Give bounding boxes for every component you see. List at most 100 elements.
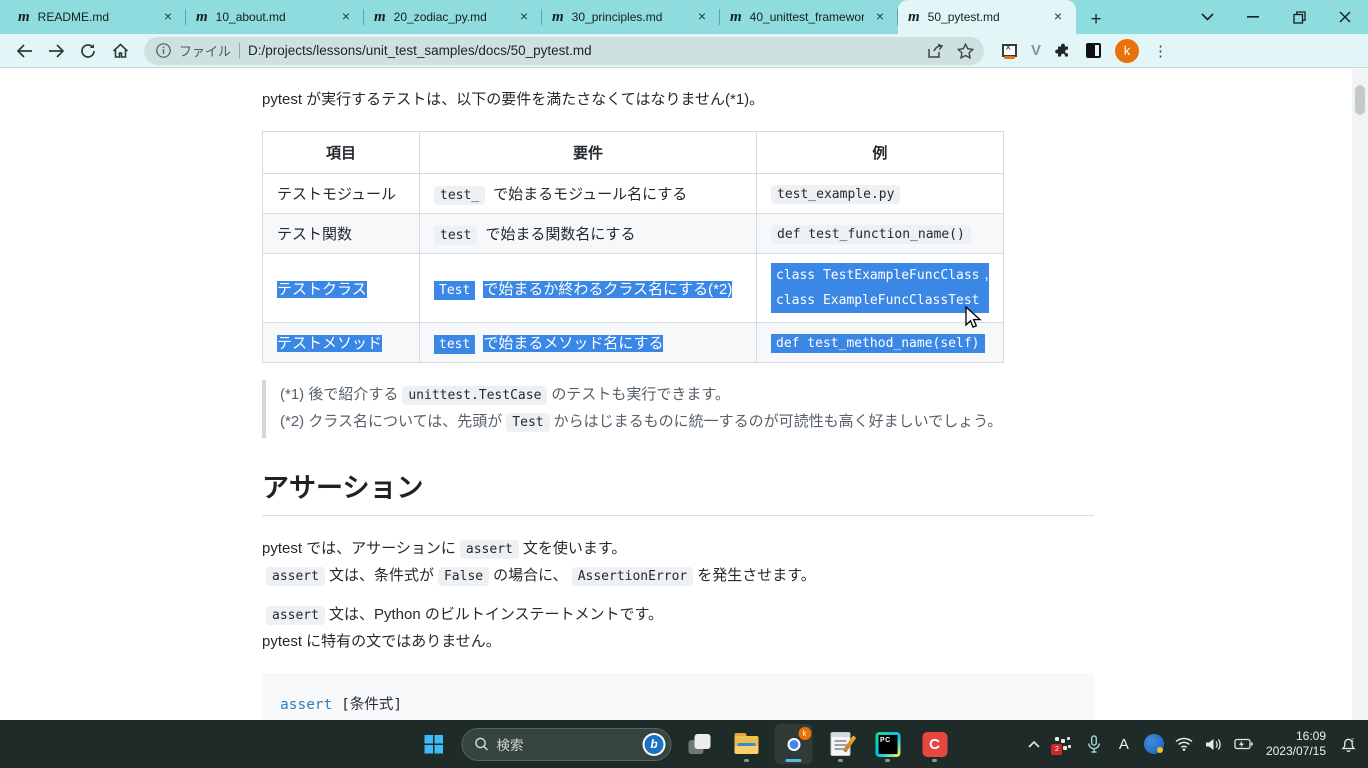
selected-text: で始まるメソッド名にする [483, 335, 663, 352]
notification-bell-icon[interactable]: z [1334, 724, 1362, 764]
inline-code: test [434, 335, 475, 354]
profile-avatar[interactable]: k [1115, 39, 1139, 63]
file-explorer-button[interactable] [728, 724, 766, 764]
notepad-button[interactable] [822, 724, 860, 764]
folder-icon [735, 736, 759, 755]
window-restore-button[interactable] [1276, 0, 1322, 34]
task-view-icon [689, 734, 711, 754]
tab-title: 10_about.md [216, 10, 330, 24]
scrollbar-thumb[interactable] [1355, 85, 1365, 115]
paragraph-line: assert文は、Python のビルトインステートメントです。 [262, 602, 1094, 629]
home-button[interactable] [106, 37, 134, 65]
tab-20-zodiac[interactable]: m 20_zodiac_py.md × [364, 0, 542, 34]
screenshot-extension-icon[interactable] [1002, 44, 1017, 57]
markdown-favicon-icon: m [908, 10, 920, 25]
browser-toolbar: ファイル D:/projects/lessons/unit_test_sampl… [0, 34, 1368, 68]
cell-example: def test_function_name() [757, 214, 1004, 254]
taskbar-search-box[interactable]: 検索 b [462, 728, 672, 761]
tab-40-unittest[interactable]: m 40_unittest_framework.md × [720, 0, 898, 34]
camtasia-button[interactable]: C [916, 724, 954, 764]
tab-close-icon[interactable]: × [516, 9, 532, 25]
notepad-icon [831, 732, 851, 756]
page-scrollbar[interactable] [1352, 69, 1368, 720]
table-row: テスト関数 testで始まる関数名にする def test_function_n… [263, 214, 1004, 254]
cell-requirement: testで始まる関数名にする [420, 214, 757, 254]
browser-menu-kebab-icon[interactable]: ⋮ [1153, 42, 1168, 60]
bing-icon[interactable]: b [643, 733, 666, 756]
back-button[interactable] [10, 37, 38, 65]
task-view-button[interactable] [681, 724, 719, 764]
tab-close-icon[interactable]: × [338, 9, 354, 25]
svg-text:z: z [1351, 738, 1354, 744]
markdown-body: pytest が実行するテストは、以下の要件を満たさなくてはなりません(*1)。… [262, 69, 1094, 768]
microphone-icon[interactable] [1080, 724, 1108, 764]
sidepanel-extension-icon[interactable] [1086, 43, 1101, 58]
start-button[interactable] [415, 724, 453, 764]
tab-10-about[interactable]: m 10_about.md × [186, 0, 364, 34]
badge-count: 2 [1051, 744, 1062, 755]
reload-button[interactable] [74, 37, 102, 65]
header-example: 例 [757, 132, 1004, 174]
inline-code: def test_method_name(self) [771, 334, 985, 353]
paragraph-line: pytest では、アサーションにassert文を使います。 [262, 536, 1094, 563]
omnibox-divider [239, 43, 240, 59]
battery-icon[interactable] [1230, 724, 1258, 764]
url-text[interactable]: D:/projects/lessons/unit_test_samples/do… [248, 43, 919, 58]
tab-close-icon[interactable]: × [872, 9, 888, 25]
requirements-table: 項目 要件 例 テストモジュール test_で始まるモジュール名にする test… [262, 131, 1004, 363]
browser-tab-strip: m README.md × m 10_about.md × m 20_zodia… [0, 0, 1368, 34]
inline-code: Test [434, 281, 475, 300]
inline-code: test [434, 226, 477, 245]
tab-title: README.md [38, 10, 152, 24]
pycharm-button[interactable]: PC [869, 724, 907, 764]
paragraph-line: pytest に特有の文ではありません。 [262, 629, 1094, 655]
tab-close-icon[interactable]: × [694, 9, 710, 25]
markdown-favicon-icon: m [730, 10, 742, 25]
tab-title: 40_unittest_framework.md [750, 10, 864, 24]
share-icon[interactable] [927, 43, 945, 59]
tab-readme[interactable]: m README.md × [8, 0, 186, 34]
chrome-icon: k [780, 731, 807, 758]
cell-item: テスト関数 [263, 214, 420, 254]
time-label: 16:09 [1266, 729, 1326, 744]
bookmark-star-icon[interactable] [957, 43, 974, 59]
inline-code: test_ [434, 186, 485, 205]
window-minimize-button[interactable] [1230, 0, 1276, 34]
tab-close-icon[interactable]: × [1050, 9, 1066, 25]
tray-blue-app-icon[interactable] [1140, 724, 1168, 764]
windows-taskbar: 検索 b k PC C [0, 720, 1368, 768]
tab-50-pytest-active[interactable]: m 50_pytest.md × [898, 0, 1076, 34]
tab-close-icon[interactable]: × [160, 9, 176, 25]
tab-search-chevron-icon[interactable] [1184, 0, 1230, 34]
new-tab-button[interactable]: + [1082, 6, 1110, 34]
address-bar[interactable]: ファイル D:/projects/lessons/unit_test_sampl… [144, 37, 984, 65]
inline-code: class TestExampleFuncClass [771, 266, 985, 285]
table-header-row: 項目 要件 例 [263, 132, 1004, 174]
vimium-extension-icon[interactable]: V [1031, 42, 1041, 59]
cell-requirement: Test で始まるか終わるクラス名にする(*2) [420, 254, 757, 323]
cell-example: test_example.py [757, 174, 1004, 214]
section-heading: アサーション [262, 466, 1094, 516]
tray-app-badge-icon[interactable]: 2 [1050, 724, 1078, 764]
code-rest: [条件式] [332, 697, 402, 713]
window-close-button[interactable] [1322, 0, 1368, 34]
page-viewport: pytest が実行するテストは、以下の要件を満たさなくてはなりません(*1)。… [0, 69, 1368, 720]
selected-text: で始まるか終わるクラス名にする(*2) [483, 281, 732, 298]
tab-title: 20_zodiac_py.md [394, 10, 508, 24]
inline-code: def test_function_name() [771, 225, 971, 244]
taskbar-clock[interactable]: 16:09 2023/07/15 [1260, 729, 1332, 759]
volume-icon[interactable] [1200, 724, 1228, 764]
forward-button[interactable] [42, 37, 70, 65]
chrome-button[interactable]: k [775, 724, 813, 764]
table-row-selected: テストメソッド testで始まるメソッド名にする def test_method… [263, 323, 1004, 363]
extensions-puzzle-icon[interactable] [1055, 42, 1072, 59]
table-row-selected: テストクラス Testで始まるか終わるクラス名にする(*2) class Tes… [263, 254, 1004, 323]
footnote-2: (*2) クラス名については、先頭がTestからはじまるものに統一するのが可読性… [280, 409, 1094, 436]
mouse-cursor [962, 306, 984, 332]
ime-mode-indicator[interactable]: A [1110, 724, 1138, 764]
tray-chevron-up-icon[interactable] [1020, 724, 1048, 764]
wifi-icon[interactable] [1170, 724, 1198, 764]
tab-30-principles[interactable]: m 30_principles.md × [542, 0, 720, 34]
camtasia-icon: C [922, 732, 947, 757]
inline-code: class ExampleFuncClassTest [771, 291, 985, 310]
